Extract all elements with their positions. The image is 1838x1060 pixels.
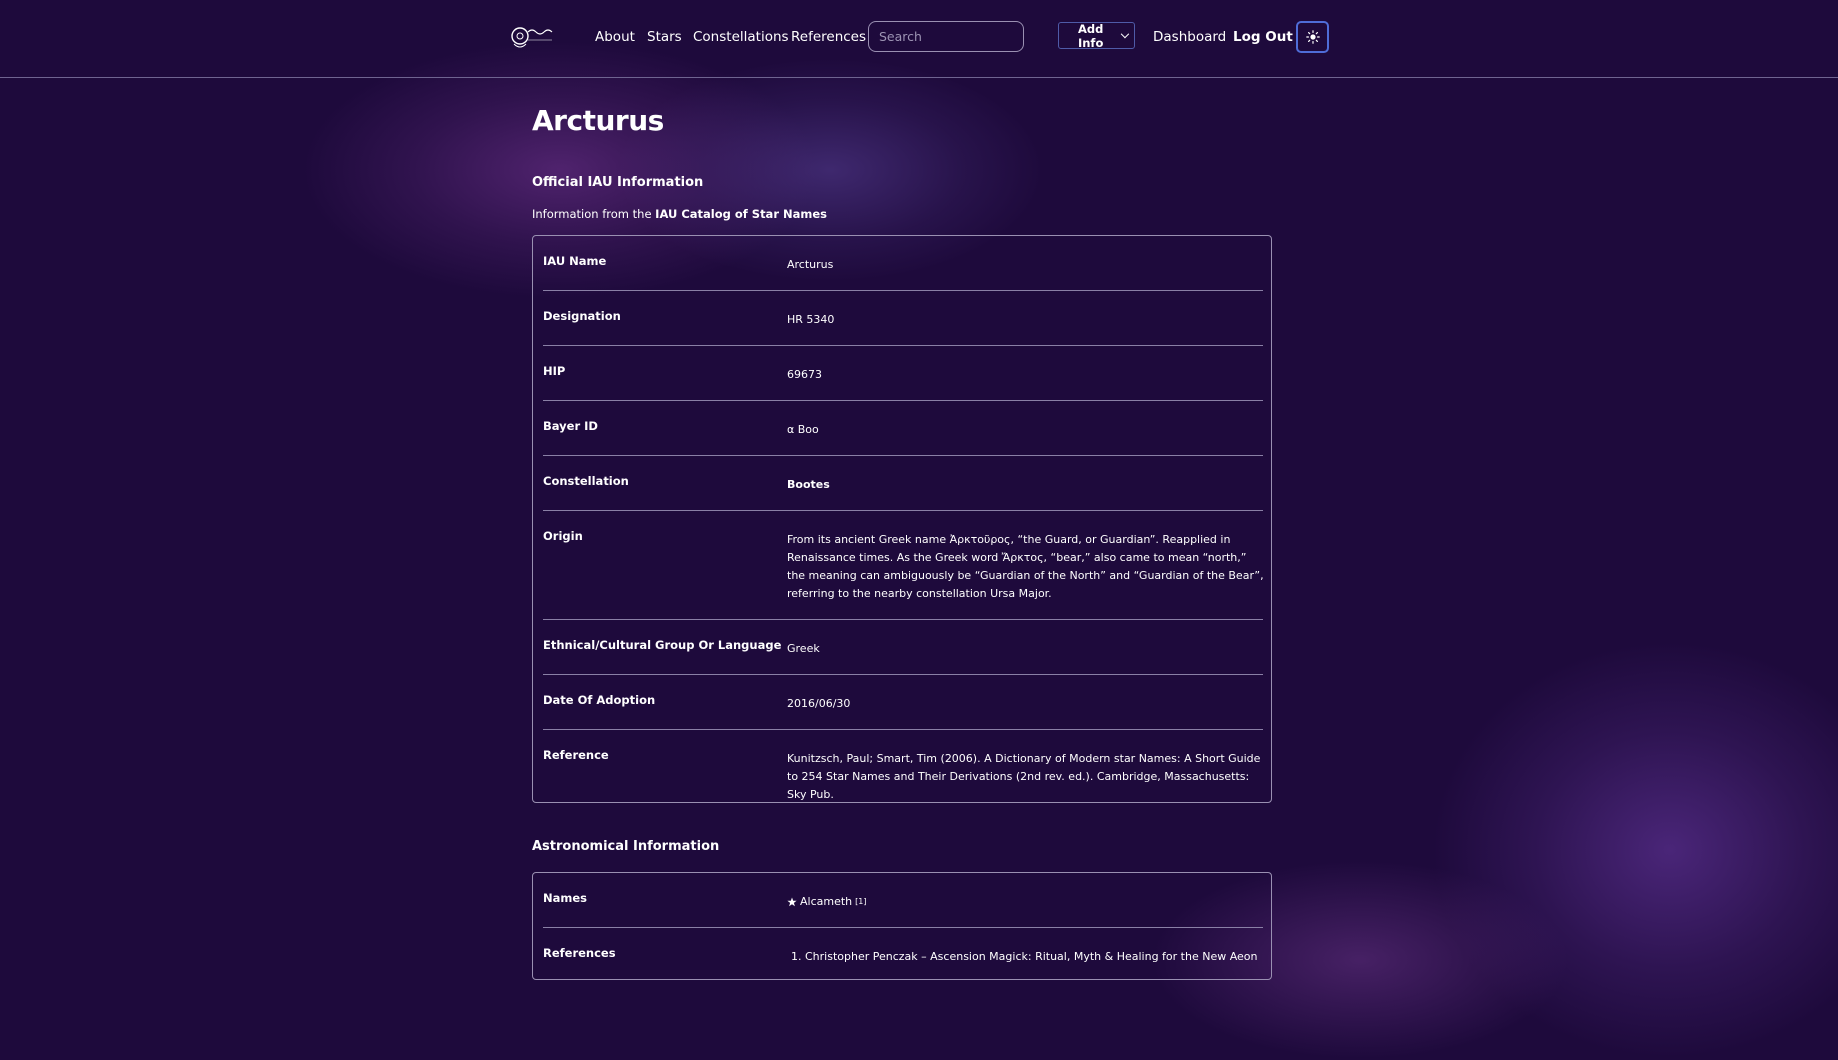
row-label: Reference <box>543 748 609 762</box>
table-row: Ethnical/Cultural Group Or Language Gree… <box>543 620 1263 675</box>
reference-marker-link[interactable]: [1] <box>855 893 866 911</box>
astro-section-title: Astronomical Information <box>532 839 720 854</box>
reference-list: 1. Christopher Penczak – Ascension Magic… <box>791 948 1269 966</box>
row-label: IAU Name <box>543 254 607 268</box>
table-row: Constellation Bootes <box>543 456 1263 511</box>
add-info-label: Add Info <box>1077 21 1104 50</box>
table-row: Date Of Adoption 2016/06/30 <box>543 675 1263 730</box>
log-out-link[interactable]: Log Out <box>1233 29 1293 45</box>
constellation-link[interactable]: Bootes <box>787 476 1265 494</box>
theme-toggle-button[interactable] <box>1296 21 1329 53</box>
iau-catalog-link[interactable]: IAU Catalog of Star Names <box>655 207 827 221</box>
row-label: Names <box>543 891 588 905</box>
chevron-down-icon <box>1121 29 1130 39</box>
nav-stars-link[interactable]: Stars <box>647 29 682 45</box>
star-name: Alcameth <box>800 895 853 908</box>
table-row: Designation HR 5340 <box>543 291 1263 346</box>
logo-icon <box>511 27 553 48</box>
top-navbar: About Stars Constellations References Ad… <box>0 0 1838 78</box>
row-label: Designation <box>543 309 621 323</box>
nav-about-link[interactable]: About <box>595 29 635 45</box>
table-row: Names Alcameth [1] <box>543 873 1263 928</box>
row-label: Constellation <box>543 474 629 488</box>
row-value: Kunitzsch, Paul; Smart, Tim (2006). A Di… <box>787 752 1261 801</box>
reference-item: Christopher Penczak – Ascension Magick: … <box>805 950 1258 963</box>
row-label: Origin <box>543 529 583 543</box>
row-value: Arcturus <box>787 258 834 271</box>
site-logo[interactable] <box>508 20 556 52</box>
astro-info-table: Names Alcameth [1] References 1. Christo… <box>532 872 1272 980</box>
nav-references-link[interactable]: References <box>791 29 866 45</box>
sun-icon <box>1305 30 1320 44</box>
nav-dashboard-link[interactable]: Dashboard <box>1153 29 1226 45</box>
add-info-dropdown[interactable]: Add Info <box>1058 21 1135 50</box>
reference-number: 1. <box>791 950 802 963</box>
search-input[interactable] <box>868 21 1024 52</box>
row-value: Greek <box>787 642 820 655</box>
table-row: References 1. Christopher Penczak – Asce… <box>543 928 1263 980</box>
iau-intro: Information from the IAU Catalog of Star… <box>532 207 827 221</box>
row-value: Alcameth [1] <box>787 893 1265 913</box>
row-value: HR 5340 <box>787 313 835 326</box>
table-row: Reference Kunitzsch, Paul; Smart, Tim (2… <box>543 730 1263 802</box>
row-label: Ethnical/Cultural Group Or Language <box>543 638 782 652</box>
table-row: HIP 69673 <box>543 346 1263 401</box>
table-row: Origin From its ancient Greek name Ἀρκτο… <box>543 511 1264 620</box>
iau-info-table: IAU Name Arcturus Designation HR 5340 HI… <box>532 235 1272 803</box>
row-value: α Boo <box>787 423 819 436</box>
row-value: From its ancient Greek name Ἀρκτοῦρος, “… <box>787 533 1264 600</box>
star-name-entry: Alcameth [1] <box>787 893 866 911</box>
iau-section-title: Official IAU Information <box>532 175 704 190</box>
row-label: Bayer ID <box>543 419 598 433</box>
nav-constellations-link[interactable]: Constellations <box>693 29 789 45</box>
row-label: Date Of Adoption <box>543 693 656 707</box>
table-row: IAU Name Arcturus <box>543 236 1263 291</box>
row-label: HIP <box>543 364 566 378</box>
page-title: Arcturus <box>532 104 664 137</box>
iau-intro-text: Information from the <box>532 207 656 221</box>
row-value: 2016/06/30 <box>787 697 851 710</box>
star-icon <box>787 897 797 907</box>
row-label: References <box>543 946 616 960</box>
table-row: Bayer ID α Boo <box>543 401 1263 456</box>
row-value: 69673 <box>787 368 822 381</box>
